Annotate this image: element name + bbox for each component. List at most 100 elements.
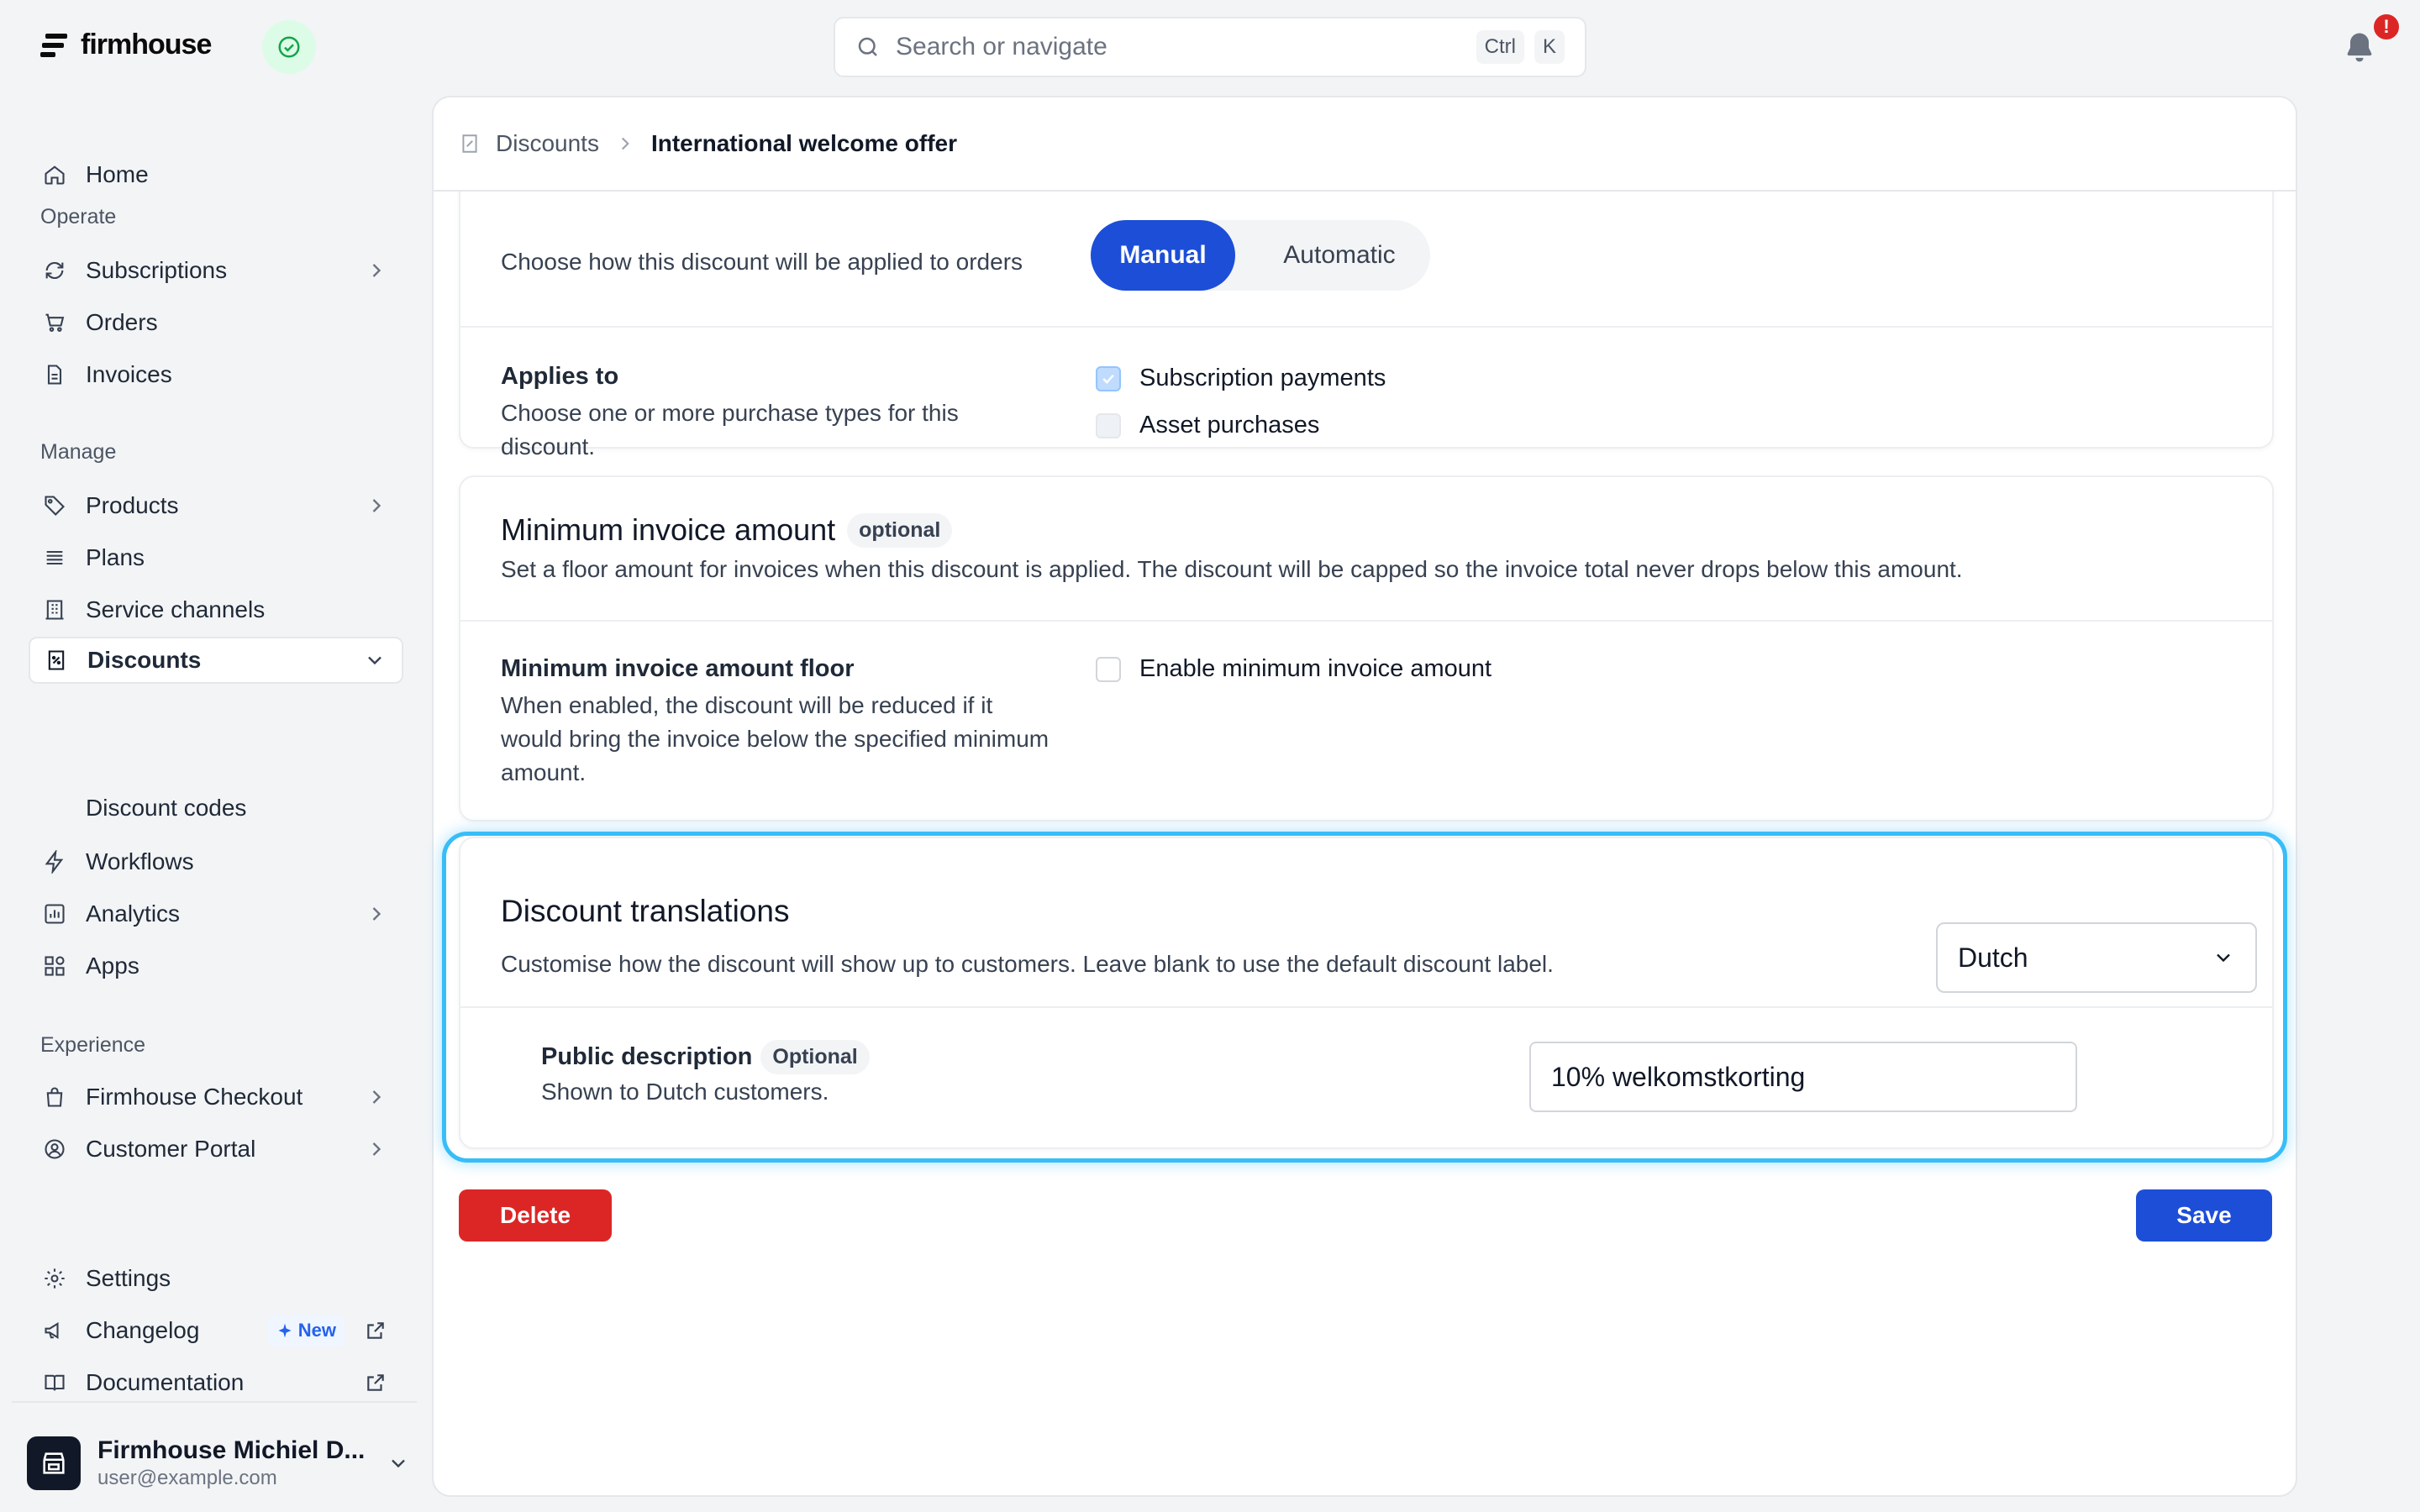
- public-description-heading: Public description Optional: [541, 1040, 870, 1074]
- minimum-invoice-description: Set a floor amount for invoices when thi…: [501, 556, 1963, 582]
- language-select-value: Dutch: [1958, 942, 2028, 973]
- sidebar-item-label: Settings: [86, 1265, 171, 1291]
- delete-button[interactable]: Delete: [459, 1189, 612, 1242]
- subscription-payments-label: Subscription payments: [1139, 365, 1386, 391]
- shopping-bag-icon: [42, 1084, 67, 1110]
- notification-badge: !: [2371, 12, 2402, 42]
- sidebar-item-label: Invoices: [86, 361, 172, 387]
- breadcrumb: Discounts International welcome offer: [434, 97, 2296, 192]
- sidebar-item-checkout[interactable]: Firmhouse Checkout: [29, 1074, 403, 1121]
- sidebar-item-label: Orders: [86, 309, 158, 335]
- divider: [460, 620, 2272, 622]
- refresh-icon: [42, 258, 67, 283]
- language-select[interactable]: Dutch: [1936, 922, 2257, 993]
- enable-minimum-option[interactable]: Enable minimum invoice amount: [1096, 655, 1491, 683]
- brand-name: firmhouse: [81, 29, 212, 60]
- public-description-help: Shown to Dutch customers.: [541, 1079, 829, 1105]
- chevron-down-icon: [392, 1459, 405, 1468]
- manual-option[interactable]: Manual: [1091, 220, 1235, 291]
- firmhouse-logo-icon: [40, 33, 67, 57]
- sidebar-item-home[interactable]: Home: [29, 151, 403, 198]
- sidebar-item-documentation[interactable]: Documentation: [29, 1359, 403, 1406]
- sidebar-item-service-channels[interactable]: Service channels: [29, 586, 403, 633]
- minimum-floor-title: Minimum invoice amount floor: [501, 655, 855, 682]
- sidebar-item-discount-codes[interactable]: Discount codes: [86, 788, 246, 828]
- sidebar-item-label: Subscriptions: [86, 257, 228, 283]
- user-circle-icon: [42, 1137, 67, 1162]
- optional-badge: Optional: [760, 1040, 870, 1074]
- asset-purchases-checkbox[interactable]: [1096, 412, 1121, 438]
- gear-icon: [42, 1266, 67, 1291]
- new-badge-label: New: [297, 1320, 336, 1341]
- sidebar-item-label: Documentation: [86, 1369, 245, 1395]
- sidebar-item-label: Discounts: [87, 647, 202, 673]
- chevron-down-icon: [2217, 953, 2230, 963]
- search-icon: [858, 37, 877, 56]
- account-switcher[interactable]: Firmhouse Michiel D... user@example.com: [27, 1423, 410, 1504]
- breadcrumb-discounts-link[interactable]: Discounts: [496, 130, 599, 157]
- sidebar-item-apps[interactable]: Apps: [29, 942, 403, 990]
- sidebar: Home Operate Subscriptions Orders Invoic…: [0, 94, 420, 1512]
- avatar: [27, 1436, 81, 1490]
- divider: [460, 326, 2272, 328]
- sidebar-item-workflows[interactable]: Workflows: [29, 838, 403, 885]
- minimum-invoice-card: Minimum invoice amount optional Set a fl…: [459, 475, 2274, 822]
- subscription-payments-checkbox[interactable]: [1096, 365, 1121, 391]
- section-label-experience: Experience: [40, 1033, 146, 1057]
- public-description-label: Public description: [541, 1043, 753, 1070]
- sidebar-item-orders[interactable]: Orders: [29, 299, 403, 346]
- sidebar-item-products[interactable]: Products: [29, 482, 403, 529]
- chevron-right-icon: [621, 137, 629, 150]
- scroll-content[interactable]: Choose how this discount will be applied…: [434, 97, 2296, 1495]
- account-name: Firmhouse Michiel D...: [97, 1436, 366, 1464]
- sparkle-icon: [278, 1323, 292, 1338]
- sidebar-item-label: Customer Portal: [86, 1136, 256, 1162]
- public-description-input[interactable]: 10% welkomstkorting: [1529, 1042, 2077, 1112]
- save-button[interactable]: Save: [2136, 1189, 2272, 1242]
- chevron-right-icon: [372, 1090, 381, 1104]
- sidebar-item-changelog[interactable]: Changelog New: [29, 1307, 403, 1354]
- shortcut-k: K: [1534, 30, 1565, 64]
- new-badge: New: [267, 1315, 345, 1347]
- lightning-icon: [42, 849, 67, 874]
- discount-translations-card: Discount translations Customise how the …: [459, 837, 2274, 1149]
- check-circle-icon: [278, 36, 300, 58]
- sidebar-item-discounts[interactable]: Discounts: [29, 637, 403, 684]
- minimum-invoice-heading: Minimum invoice amount optional: [501, 512, 953, 548]
- sidebar-item-label: Apps: [86, 953, 139, 979]
- enable-minimum-checkbox[interactable]: [1096, 656, 1121, 682]
- book-icon: [42, 1370, 67, 1395]
- subscription-payments-option[interactable]: Subscription payments: [1096, 365, 1386, 392]
- stack-icon: [42, 545, 67, 570]
- sidebar-item-customer-portal[interactable]: Customer Portal: [29, 1126, 403, 1173]
- sidebar-item-invoices[interactable]: Invoices: [29, 351, 403, 398]
- top-bar: firmhouse Search or navigate Ctrl K !: [0, 0, 2420, 94]
- sidebar-item-analytics[interactable]: Analytics: [29, 890, 403, 937]
- applies-to-description: Choose one or more purchase types for th…: [501, 400, 959, 459]
- brand-logo[interactable]: firmhouse: [40, 29, 212, 61]
- main-panel: Discounts International welcome offer Ch…: [432, 96, 2297, 1497]
- home-icon: [42, 162, 67, 187]
- automatic-option[interactable]: Automatic: [1255, 220, 1423, 291]
- asset-purchases-option[interactable]: Asset purchases: [1096, 412, 1319, 439]
- translations-title: Discount translations: [501, 894, 790, 928]
- search-bar[interactable]: Search or navigate Ctrl K: [834, 17, 1586, 77]
- shortcut-ctrl: Ctrl: [1476, 30, 1524, 64]
- sidebar-item-plans[interactable]: Plans: [29, 534, 403, 581]
- store-icon: [43, 1452, 65, 1474]
- chevron-down-icon: [368, 656, 381, 665]
- apps-grid-icon: [42, 953, 67, 979]
- chart-icon: [42, 901, 67, 927]
- building-icon: [42, 597, 67, 622]
- sidebar-item-subscriptions[interactable]: Subscriptions: [29, 247, 403, 294]
- sidebar-divider: [12, 1401, 417, 1403]
- asset-purchases-label: Asset purchases: [1139, 412, 1320, 438]
- sidebar-item-settings[interactable]: Settings: [29, 1255, 403, 1302]
- sidebar-item-label: Analytics: [86, 900, 181, 927]
- account-info: Firmhouse Michiel D... user@example.com: [97, 1436, 387, 1490]
- status-indicator[interactable]: [262, 20, 316, 74]
- discount-icon: [44, 648, 69, 673]
- optional-badge: optional: [847, 512, 953, 548]
- breadcrumb-current: International welcome offer: [650, 130, 958, 156]
- tag-icon: [42, 493, 67, 518]
